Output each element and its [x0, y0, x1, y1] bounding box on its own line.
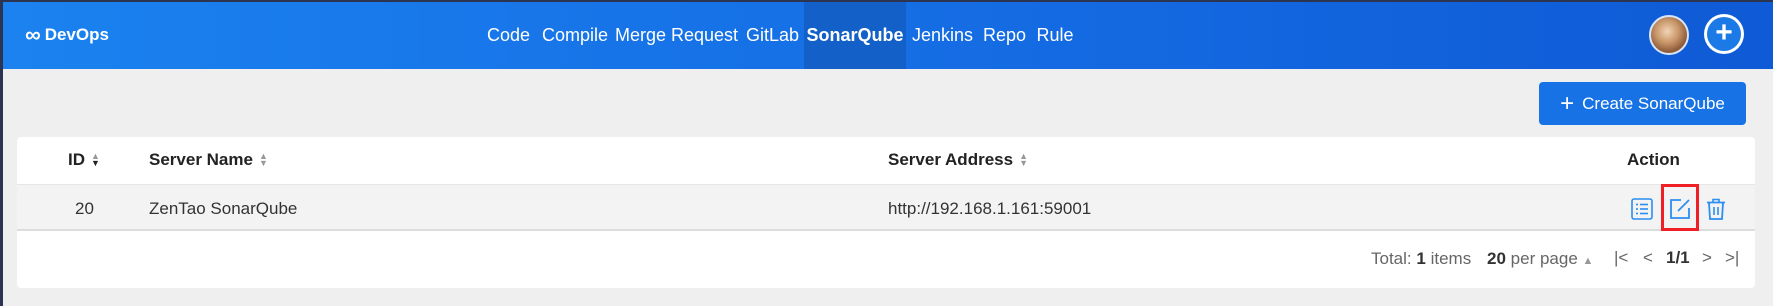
column-header-action: Action: [1627, 150, 1680, 169]
create-sonarqube-label: Create SonarQube: [1582, 93, 1725, 113]
cell-server-name: ZenTao SonarQube: [149, 199, 298, 218]
view-details-icon[interactable]: [1630, 197, 1654, 221]
next-page-icon[interactable]: >: [1702, 248, 1712, 268]
create-sonarqube-button[interactable]: + Create SonarQube: [1539, 82, 1746, 125]
delete-icon[interactable]: [1704, 197, 1728, 221]
page-indicator: 1/1: [1666, 248, 1690, 267]
sort-icon[interactable]: ▲ ▼: [91, 152, 100, 168]
last-page-icon[interactable]: >|: [1725, 248, 1739, 268]
nav-item-rule[interactable]: Rule: [1033, 2, 1077, 69]
infinity-icon: ∞: [25, 22, 41, 47]
plus-icon: +: [1560, 89, 1575, 117]
nav-item-merge-request[interactable]: Merge Request: [614, 2, 739, 69]
nav-item-jenkins[interactable]: Jenkins: [907, 2, 978, 69]
per-page-count: 20: [1487, 249, 1506, 268]
plus-icon: +: [1707, 17, 1741, 51]
cell-server-address: http://192.168.1.161:59001: [888, 199, 1092, 218]
top-navbar: ∞ DevOps Code Compile Merge Request GitL…: [3, 2, 1773, 69]
brand-logo[interactable]: ∞ DevOps: [25, 22, 109, 47]
column-header-server-name[interactable]: Server Name ▲ ▼: [149, 150, 268, 170]
cell-id: 20: [75, 199, 94, 218]
caret-up-icon: ▲: [1582, 255, 1594, 267]
user-avatar[interactable]: [1649, 15, 1689, 55]
total-count: 1: [1416, 249, 1426, 268]
per-page-select[interactable]: 20 per page ▲: [1487, 249, 1593, 269]
sort-icon[interactable]: ▲ ▼: [1019, 152, 1028, 168]
column-header-server-address[interactable]: Server Address ▲ ▼: [888, 150, 1028, 170]
nav-item-repo[interactable]: Repo: [979, 2, 1030, 69]
prev-page-icon[interactable]: <: [1643, 248, 1653, 268]
nav-item-gitlab[interactable]: GitLab: [741, 2, 804, 69]
edit-highlight-box: [1661, 184, 1699, 231]
nav-item-compile[interactable]: Compile: [538, 2, 612, 69]
pagination-total: Total: 1 items: [1371, 249, 1472, 268]
nav-item-sonarqube[interactable]: SonarQube: [804, 2, 906, 69]
sort-icon[interactable]: ▲ ▼: [259, 152, 268, 168]
nav-item-code[interactable]: Code: [480, 2, 537, 69]
brand-name: DevOps: [44, 25, 109, 44]
add-button[interactable]: +: [1704, 14, 1744, 54]
first-page-icon[interactable]: |<: [1614, 248, 1628, 268]
column-header-id[interactable]: ID ▲ ▼: [68, 150, 100, 170]
